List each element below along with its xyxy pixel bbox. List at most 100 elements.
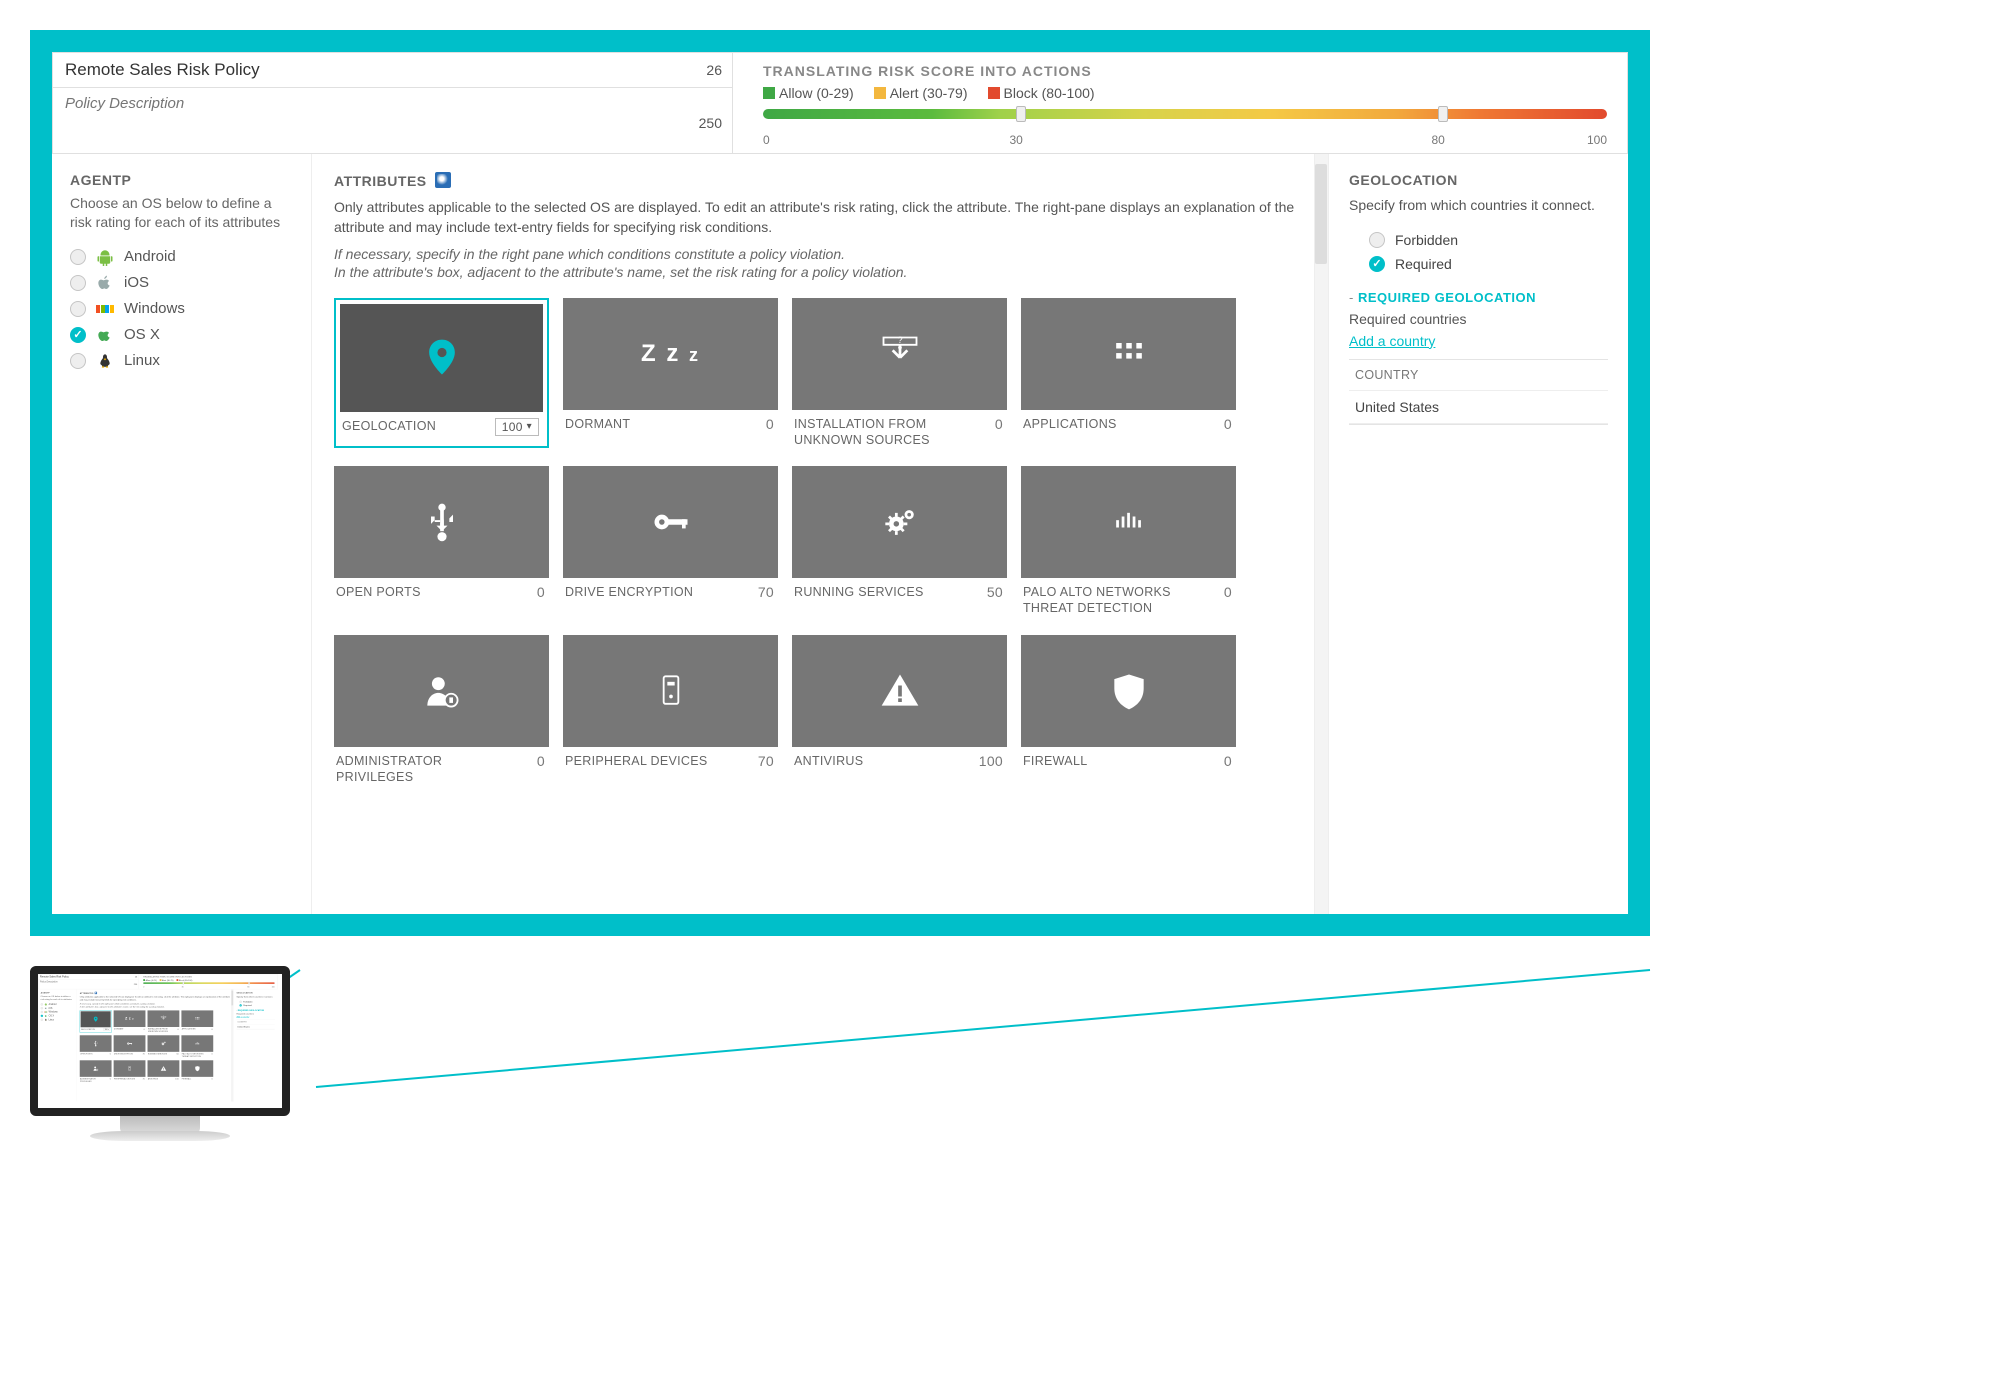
- attribute-tile[interactable]: APPLICATIONS0: [181, 1010, 213, 1032]
- tick-0: 0: [763, 133, 770, 147]
- warn-icon: [878, 669, 922, 713]
- policy-name-input[interactable]: [63, 59, 706, 81]
- risk-slider[interactable]: [763, 109, 1607, 129]
- attribute-tile[interactable]: INSTALLATION FROM UNKNOWN SOURCES0: [792, 298, 1007, 449]
- risk-rating-dropdown[interactable]: 100: [104, 1028, 111, 1031]
- country-row[interactable]: United States: [1349, 391, 1608, 424]
- attribute-tile[interactable]: DRIVE ENCRYPTION70: [563, 466, 778, 617]
- os-label: Android: [124, 248, 176, 265]
- policy-name-input[interactable]: [40, 975, 135, 978]
- radio-icon-selected: [70, 327, 86, 343]
- legend-alert-label: Alert (30-79): [890, 85, 968, 101]
- pin-icon: [420, 336, 464, 380]
- attribute-tile[interactable]: Z z zDORMANT0: [114, 1010, 146, 1032]
- slider-handle-low[interactable]: [1016, 106, 1026, 122]
- attributes-panel: ATTRIBUTES Only attributes applicable to…: [312, 154, 1328, 914]
- attribute-tile[interactable]: PERIPHERAL DEVICES70: [563, 635, 778, 786]
- option-required[interactable]: Required: [239, 1004, 274, 1006]
- tile-label: DORMANT: [114, 1028, 124, 1030]
- tick-100: 100: [272, 986, 275, 988]
- required-geolocation-header[interactable]: REQUIRED GEOLOCATION: [236, 1009, 274, 1011]
- legend-allow-label: Allow (0-29): [779, 85, 854, 101]
- risk-rating-dropdown[interactable]: 100: [495, 418, 539, 436]
- tile-label: PERIPHERAL DEVICES: [114, 1078, 135, 1080]
- tile-label: RUNNING SERVICES: [794, 584, 924, 600]
- os-item-linux[interactable]: Linux: [70, 348, 293, 374]
- attributes-hint-1: If necessary, specify in the right pane …: [334, 246, 1306, 262]
- tile-value: 50: [176, 1053, 178, 1055]
- country-row[interactable]: United States: [236, 1024, 274, 1029]
- risk-slider[interactable]: [143, 982, 274, 985]
- os-label: OS X: [49, 1015, 54, 1018]
- os-item-osx[interactable]: OS X: [70, 322, 293, 348]
- attribute-tile[interactable]: INSTALLATION FROM UNKNOWN SOURCES0: [148, 1010, 180, 1032]
- attribute-tile[interactable]: FIREWALL0: [1021, 635, 1236, 786]
- tile-value: 0: [766, 416, 774, 432]
- attribute-tile[interactable]: ADMINISTRATOR PRIVILEGES0: [334, 635, 549, 786]
- attribute-tile[interactable]: FIREWALL0: [181, 1060, 213, 1082]
- detail-panel: GEOLOCATION Specify from which countries…: [1328, 154, 1628, 914]
- slider-handle-low[interactable]: [183, 982, 184, 984]
- tile-value: 50: [987, 584, 1003, 600]
- tile-label: ADMINISTRATOR PRIVILEGES: [336, 753, 486, 786]
- monitor-thumbnail: 26 250 TRANSLATING RISK SCORE INTO ACTIO…: [30, 966, 290, 1141]
- scrollbar[interactable]: [1314, 154, 1328, 914]
- attributes-panel: ATTRIBUTES Only attributes applicable to…: [76, 989, 233, 1101]
- policy-description-input[interactable]: [40, 980, 138, 983]
- tile-value: 0: [110, 1053, 111, 1055]
- attribute-tile[interactable]: APPLICATIONS0: [1021, 298, 1236, 449]
- risk-scale-title: TRANSLATING RISK SCORE INTO ACTIONS: [143, 976, 274, 978]
- add-country-link[interactable]: Add a country: [236, 1016, 249, 1018]
- tick-80: 80: [1432, 133, 1445, 147]
- scrollbar[interactable]: [231, 989, 233, 1101]
- tile-label: GEOLOCATION: [81, 1028, 95, 1030]
- pin-icon: [92, 1016, 99, 1023]
- option-forbidden[interactable]: Forbidden: [1369, 232, 1608, 248]
- shield-icon: [1107, 669, 1151, 713]
- add-country-link[interactable]: Add a country: [1349, 333, 1435, 349]
- app-window: 26 250 TRANSLATING RISK SCORE INTO ACTIO…: [38, 974, 278, 1102]
- tile-label: ANTIVIRUS: [794, 753, 863, 769]
- attribute-tile[interactable]: PALO ALTO NETWORKS THREAT DETECTION0: [181, 1035, 213, 1057]
- attribute-tile[interactable]: PERIPHERAL DEVICES 70: [114, 1060, 146, 1082]
- attribute-tile[interactable]: GEOLOCATION 100: [80, 1010, 112, 1032]
- policy-description-input[interactable]: [63, 94, 722, 113]
- attribute-tile[interactable]: GEOLOCATION 100: [334, 298, 549, 449]
- attribute-tile[interactable]: OPEN PORTS0: [80, 1035, 112, 1057]
- attribute-tile[interactable]: RUNNING SERVICES50: [148, 1035, 180, 1057]
- tick-100: 100: [1587, 133, 1607, 147]
- key-icon: [126, 1040, 133, 1047]
- os-item-windows[interactable]: Windows: [70, 296, 293, 322]
- os-item-android[interactable]: Android: [70, 244, 293, 270]
- os-item-ios[interactable]: iOS: [70, 270, 293, 296]
- tick-30: 30: [182, 986, 184, 988]
- sidebar-subtitle: Choose an OS below to define a risk rati…: [70, 194, 293, 232]
- radio-icon: [239, 1001, 241, 1003]
- tile-label: GEOLOCATION: [342, 418, 436, 434]
- radio-icon: [70, 301, 86, 317]
- os-label: Windows: [124, 300, 185, 317]
- attribute-tile[interactable]: ANTIVIRUS100: [148, 1060, 180, 1082]
- attribute-tile[interactable]: Z z zDORMANT0: [563, 298, 778, 449]
- attribute-tile[interactable]: DRIVE ENCRYPTION70: [114, 1035, 146, 1057]
- required-geolocation-header[interactable]: REQUIRED GEOLOCATION: [1349, 290, 1608, 305]
- option-forbidden[interactable]: Forbidden: [239, 1001, 274, 1003]
- option-required[interactable]: Required: [1369, 256, 1608, 272]
- linux-icon: [96, 352, 114, 370]
- tile-value: 70: [142, 1078, 144, 1080]
- attribute-tile[interactable]: RUNNING SERVICES 50: [792, 466, 1007, 617]
- tile-value: 0: [211, 1053, 212, 1055]
- scrollbar-thumb[interactable]: [1315, 164, 1327, 264]
- attribute-tile[interactable]: ANTIVIRUS100: [792, 635, 1007, 786]
- slider-handle-high[interactable]: [1438, 106, 1448, 122]
- windows-icon: [45, 1011, 48, 1014]
- tile-value: 0: [144, 1028, 145, 1030]
- option-label: Required: [1395, 256, 1452, 272]
- slider-handle-high[interactable]: [248, 982, 249, 984]
- attribute-tile[interactable]: ADMINISTRATOR PRIVILEGES0: [80, 1060, 112, 1082]
- attribute-tile[interactable]: PALO ALTO NETWORKS THREAT DETECTION0: [1021, 466, 1236, 617]
- scrollbar-thumb[interactable]: [231, 991, 233, 1006]
- tile-value: 0: [211, 1028, 212, 1030]
- os-item-linux[interactable]: Linux: [41, 1018, 74, 1022]
- attribute-tile[interactable]: OPEN PORTS0: [334, 466, 549, 617]
